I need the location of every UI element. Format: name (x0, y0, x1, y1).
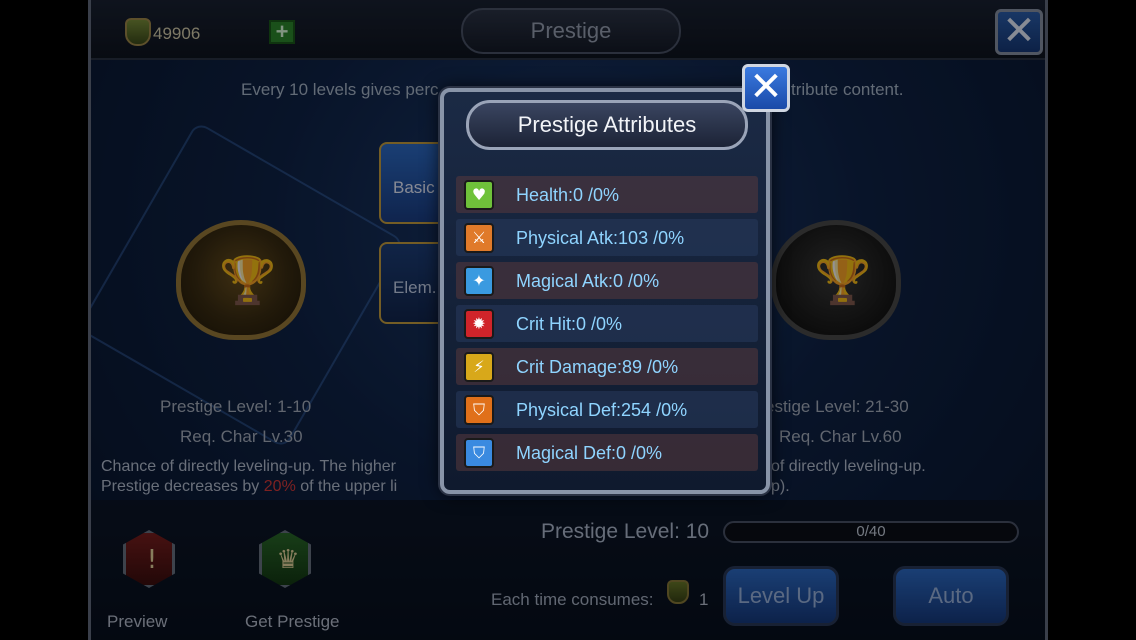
left-desc-line1: Chance of directly leveling-up. The high… (101, 458, 396, 475)
right-desc-line1: of directly leveling-up. (771, 458, 926, 475)
attribute-list[interactable]: ♥ Health:0 /0% ⚔ Physical Atk:103 /0% ✦ Magic… (456, 176, 758, 482)
trophy-icon: ♛ (276, 545, 300, 575)
attribute-text: Magical Atk:0 /0% (516, 271, 660, 291)
prestige-token-icon (667, 580, 689, 604)
top-bar: 49906 + Prestige ✕ (91, 0, 1045, 60)
attribute-row: ⛉ Physical Def:254 /0% (456, 391, 758, 428)
desc-text-c: of the upper li (300, 478, 398, 495)
prestige-progress-bar: 0/40 (723, 521, 1019, 543)
right-required-level: Req. Char Lv.60 (779, 427, 902, 446)
close-button[interactable]: ✕ (995, 9, 1043, 55)
desc-text-a: Prestige decreases by (101, 478, 260, 495)
currency-value: 49906 (153, 24, 201, 43)
tab-elem-label: Elem. (393, 278, 437, 297)
attribute-row: ⚔ Physical Atk:103 /0% (456, 219, 758, 256)
current-prestige-level: Prestige Level: 10 (541, 520, 710, 543)
progress-text: 0/40 (856, 523, 886, 540)
intro-text-left: Every 10 levels gives perc (241, 80, 439, 99)
attribute-text: Magical Def:0 /0% (516, 443, 663, 463)
attribute-text: Crit Damage:89 /0% (516, 357, 679, 377)
get-prestige-label: Get Prestige (245, 612, 340, 631)
trophy-icon: 🏆 (814, 253, 872, 307)
add-currency-button[interactable]: + (269, 20, 295, 44)
attribute-row: ♥ Health:0 /0% (456, 176, 758, 213)
desc-percent: 20% (263, 478, 296, 495)
consume-label: Each time consumes: (491, 590, 654, 609)
left-prestige-level: Prestige Level: 1-10 (160, 397, 312, 416)
attribute-row: ✦ Magical Atk:0 /0% (456, 262, 758, 299)
attribute-text: Physical Atk:103 /0% (516, 228, 685, 248)
left-required-level: Req. Char Lv.30 (180, 427, 303, 446)
shield-icon: ⛉ (464, 395, 494, 425)
auto-button[interactable]: Auto (893, 566, 1009, 626)
prestige-attributes-modal: Prestige Attributes ♥ Health:0 /0% ⚔ Physic… (440, 88, 770, 494)
page-title: Prestige (461, 8, 681, 54)
tab-basic-label: Basic (393, 178, 435, 197)
lightning-icon: ⚡ (464, 352, 494, 382)
sword-icon: ⚔ (464, 223, 494, 253)
right-prestige-level: estige Level: 21-30 (765, 397, 909, 416)
crit-icon: ✹ (464, 309, 494, 339)
attribute-text: Crit Hit:0 /0% (516, 314, 623, 334)
trophy-icon: 🏆 (219, 253, 277, 307)
level-up-button[interactable]: Level Up (723, 566, 839, 626)
health-icon: ♥ (464, 180, 494, 210)
right-desc-line2: p). (771, 478, 790, 495)
consume-count: 1 (699, 590, 709, 609)
attribute-text: Health:0 /0% (516, 185, 620, 205)
left-desc-line2: Prestige decreases by 20% of the upper l… (101, 478, 397, 496)
currency-icon (125, 18, 151, 46)
intro-text-right: tribute content. (791, 80, 904, 99)
preview-icon: ! (146, 545, 158, 575)
preview-label: Preview (107, 612, 168, 631)
prestige-emblem-bronze: 🏆 (176, 220, 306, 340)
attribute-row: ⚡ Crit Damage:89 /0% (456, 348, 758, 385)
modal-close-button[interactable]: ✕ (742, 64, 790, 112)
attribute-row: ✹ Crit Hit:0 /0% (456, 305, 758, 342)
attribute-row: ⛉ Magical Def:0 /0% (456, 434, 758, 471)
attribute-text: Physical Def:254 /0% (516, 400, 688, 420)
magic-icon: ✦ (464, 266, 494, 296)
modal-title: Prestige Attributes (466, 100, 748, 150)
prestige-emblem-locked: 🏆 (771, 220, 901, 340)
magic-shield-icon: ⛉ (464, 438, 494, 468)
